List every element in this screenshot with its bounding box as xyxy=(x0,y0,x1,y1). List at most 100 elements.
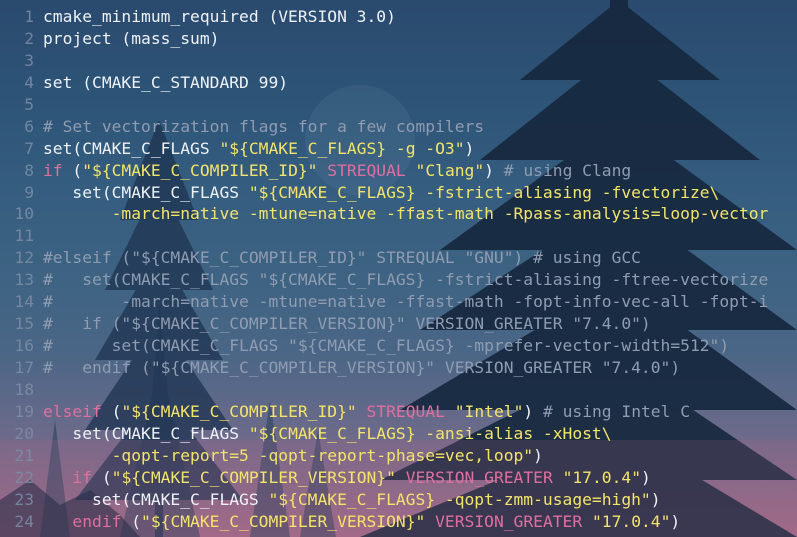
line-number: 23 xyxy=(14,489,34,509)
code-line[interactable]: 18 xyxy=(0,379,797,401)
line-number: 11 xyxy=(14,226,34,246)
line-number: 24 xyxy=(14,511,34,531)
code-line[interactable]: 16 # set(CMAKE_C_FLAGS "${CMAKE_C_FLAGS} … xyxy=(0,335,797,357)
plain-token: cmake_minimum_required (VERSION 3.0) xyxy=(43,7,396,26)
code-text: # if ("${CMAKE_C_COMPILER_VERSION}" VERS… xyxy=(43,313,651,335)
code-line[interactable]: 1 cmake_minimum_required (VERSION 3.0) xyxy=(0,6,797,28)
code-line[interactable]: 8 if ("${CMAKE_C_COMPILER_ID}" STREQUAL "… xyxy=(0,160,797,182)
code-text: # -march=native -mtune=native -ffast-mat… xyxy=(43,291,768,313)
code-line[interactable]: 12 #elseif ("${CMAKE_C_COMPILER_ID}" STRE… xyxy=(0,247,797,269)
comment-token: # set(CMAKE_C_FLAGS "${CMAKE_C_FLAGS} -m… xyxy=(43,336,730,356)
code-line[interactable]: 11 xyxy=(0,225,797,247)
line-number: 13 xyxy=(14,270,34,290)
line-number: 7 xyxy=(24,138,34,158)
plain-token: set(CMAKE_C_FLAGS xyxy=(43,182,249,202)
code-text: if ("${CMAKE_C_COMPILER_ID}" STREQUAL "C… xyxy=(43,160,631,182)
plain-token: ) xyxy=(484,160,504,180)
string-token: "${CMAKE_C_FLAGS} -fstrict-aliasing -fve… xyxy=(248,182,720,202)
code-line[interactable]: 24 endif ("${CMAKE_C_COMPILER_VERSION}" … xyxy=(0,511,797,533)
string-token: "${CMAKE_C_FLAGS} -g -O3" xyxy=(219,138,465,158)
code-line[interactable]: 17 # endif ("${CMAKE_C_COMPILER_VERSION}"… xyxy=(0,357,797,379)
code-line[interactable]: 10 -march=native -mtune=native -ffast-ma… xyxy=(0,203,797,225)
code-line[interactable]: 7 set(CMAKE_C_FLAGS "${CMAKE_C_FLAGS} -g … xyxy=(0,138,797,160)
string-token: "${CMAKE_C_COMPILER_VERSION}" xyxy=(141,511,426,531)
comment-token: # Set vectorization flags for a few comp… xyxy=(43,116,485,136)
keyword-token: VERSION_GREATER xyxy=(405,467,553,487)
code-line[interactable]: 6 # Set vectorization flags for a few com… xyxy=(0,116,797,138)
keyword-token: STREQUAL xyxy=(366,401,445,421)
keyword-token: STREQUAL xyxy=(327,160,406,180)
plain-token: set(CMAKE_C_FLAGS xyxy=(43,489,269,509)
plain-token: ( xyxy=(92,467,112,487)
comment-token: #elseif ("${CMAKE_C_COMPILER_ID}" STREQU… xyxy=(43,248,641,268)
code-text: endif ("${CMAKE_C_COMPILER_VERSION}" VER… xyxy=(43,511,680,533)
line-number: 1 xyxy=(24,7,34,26)
plain-token: ( xyxy=(101,401,122,421)
code-line[interactable]: 5 xyxy=(0,94,797,116)
code-line[interactable]: 15 # if ("${CMAKE_C_COMPILER_VERSION}" VE… xyxy=(0,313,797,335)
string-token: "Intel" xyxy=(454,401,524,421)
keyword-token: elseif xyxy=(43,401,102,421)
code-text: -qopt-report=5 -qopt-report-phase=vec,lo… xyxy=(43,445,543,467)
code-line[interactable]: 4 set (CMAKE_C_STANDARD 99) xyxy=(0,72,797,94)
line-number: 12 xyxy=(14,248,34,268)
code-line[interactable]: 13 # set(CMAKE_C_FLAGS "${CMAKE_C_FLAGS} … xyxy=(0,269,797,291)
plain-token: ( xyxy=(62,160,83,180)
string-token: "${CMAKE_C_FLAGS} -ansi-alias -xHost\ xyxy=(248,423,612,443)
code-text: cmake_minimum_required (VERSION 3.0) xyxy=(43,6,396,28)
plain-token: ) xyxy=(670,511,681,531)
keyword-token: if xyxy=(72,467,93,487)
line-number: 19 xyxy=(14,401,34,421)
code-text: # Set vectorization flags for a few comp… xyxy=(43,116,484,138)
code-line[interactable]: 2 project (mass_sum) xyxy=(0,28,797,50)
code-text: project (mass_sum) xyxy=(43,28,219,50)
code-line[interactable]: 22 if ("${CMAKE_C_COMPILER_VERSION}" VER… xyxy=(0,467,797,489)
code-line[interactable]: 21 -qopt-report=5 -qopt-report-phase=vec… xyxy=(0,445,797,467)
comment-token: # using Clang xyxy=(503,160,632,180)
plain-token: ) xyxy=(533,445,543,465)
code-line[interactable]: 14 # -march=native -mtune=native -ffast-m… xyxy=(0,291,797,313)
plain-token: set (CMAKE_C_STANDARD 99) xyxy=(43,72,289,92)
comment-token: # using Intel C xyxy=(542,401,691,421)
line-number: 8 xyxy=(24,160,34,180)
code-text: set(CMAKE_C_FLAGS "${CMAKE_C_FLAGS} -g -… xyxy=(43,138,474,160)
string-token: -march=native -mtune=native -ffast-math … xyxy=(43,204,769,224)
code-line[interactable]: 3 xyxy=(0,50,797,72)
string-token: "${CMAKE_C_COMPILER_VERSION}" xyxy=(111,467,396,487)
line-number: 21 xyxy=(14,445,34,465)
line-number: 14 xyxy=(14,292,34,312)
comment-token: # set(CMAKE_C_FLAGS "${CMAKE_C_FLAGS} -f… xyxy=(43,270,769,290)
code-text: # endif ("${CMAKE_C_COMPILER_VERSION}" V… xyxy=(43,357,680,379)
string-token: "17.0.4" xyxy=(562,467,641,487)
code-line[interactable]: 19 elseif ("${CMAKE_C_COMPILER_ID}" STREQ… xyxy=(0,401,797,423)
plain-token: set(CMAKE_C_FLAGS xyxy=(43,423,249,443)
code-text: # set(CMAKE_C_FLAGS "${CMAKE_C_FLAGS} -f… xyxy=(43,269,768,291)
line-number: 4 xyxy=(24,72,34,92)
plain-token: project (mass_sum) xyxy=(43,28,220,48)
code-line[interactable]: 20 set(CMAKE_C_FLAGS "${CMAKE_C_FLAGS} -… xyxy=(0,423,797,445)
line-number: 20 xyxy=(14,423,34,443)
keyword-token: VERSION_GREATER xyxy=(435,511,583,531)
plain-token: set(CMAKE_C_FLAGS xyxy=(43,138,220,158)
line-number: 5 xyxy=(24,94,34,114)
line-number: 18 xyxy=(14,379,34,399)
code-editor[interactable]: 1 cmake_minimum_required (VERSION 3.0) 2 pr… xyxy=(0,6,797,537)
code-line[interactable]: 23 set(CMAKE_C_FLAGS "${CMAKE_C_FLAGS} -… xyxy=(0,489,797,511)
plain-token: ) xyxy=(464,138,475,158)
line-number: 3 xyxy=(24,50,34,70)
line-number: 6 xyxy=(24,116,34,136)
code-line[interactable]: 9 set(CMAKE_C_FLAGS "${CMAKE_C_FLAGS} -f… xyxy=(0,182,797,204)
keyword-token: endif xyxy=(72,511,122,531)
plain-token: ( xyxy=(121,511,142,531)
line-number: 9 xyxy=(24,182,34,202)
line-number: 10 xyxy=(14,204,34,224)
code-text: #elseif ("${CMAKE_C_COMPILER_ID}" STREQU… xyxy=(43,247,641,269)
